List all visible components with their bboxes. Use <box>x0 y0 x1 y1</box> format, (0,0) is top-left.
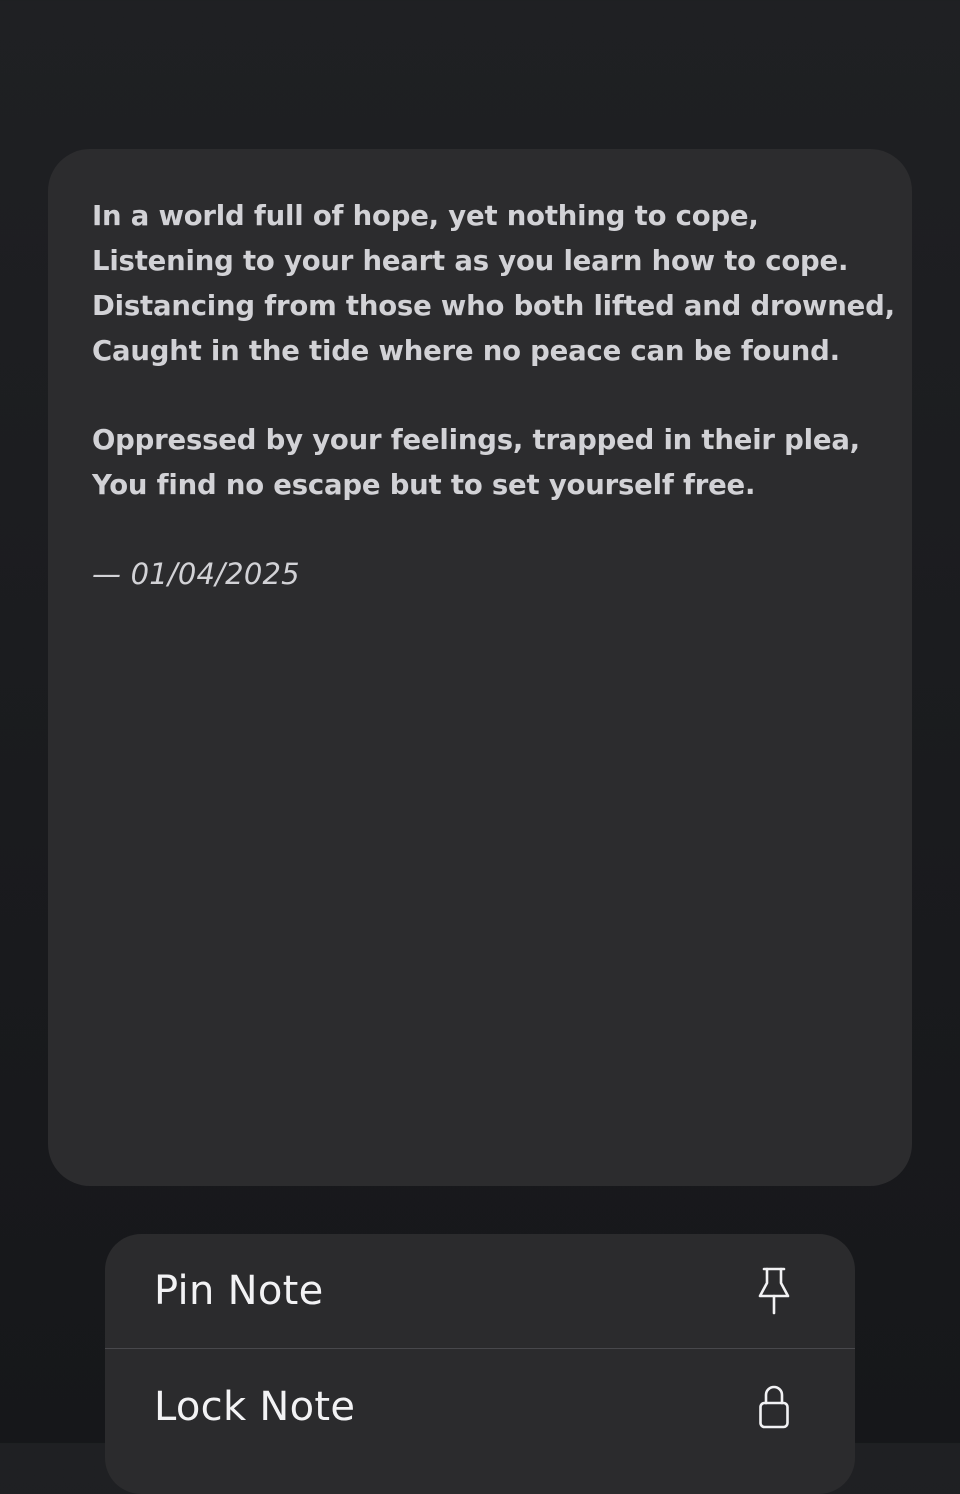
note-line: You find no escape but to set yourself f… <box>92 469 756 501</box>
note-line: In a world full of hope, yet nothing to … <box>92 200 759 232</box>
note-line: Caught in the tide where no peace can be… <box>92 335 840 367</box>
pin-note-label: Pin Note <box>154 1268 324 1314</box>
context-menu: Pin Note Lock Note <box>105 1234 855 1494</box>
note-line: Distancing from those who both lifted an… <box>92 290 895 322</box>
note-signature-date: — 01/04/2025 <box>92 557 300 591</box>
note-preview-card[interactable]: In a world full of hope, yet nothing to … <box>48 149 912 1186</box>
note-stanza-1: In a world full of hope, yet nothing to … <box>92 194 895 374</box>
lock-icon <box>753 1381 795 1433</box>
pin-note-menu-item[interactable]: Pin Note <box>105 1234 855 1348</box>
note-body: In a world full of hope, yet nothing to … <box>92 194 895 508</box>
lock-note-label: Lock Note <box>154 1383 356 1430</box>
note-line: Oppressed by your feelings, trapped in t… <box>92 424 860 456</box>
note-line: Listening to your heart as you learn how… <box>92 245 849 277</box>
note-stanza-2: Oppressed by your feelings, trapped in t… <box>92 418 872 508</box>
lock-note-menu-item[interactable]: Lock Note <box>105 1348 855 1464</box>
pin-icon <box>753 1265 795 1317</box>
